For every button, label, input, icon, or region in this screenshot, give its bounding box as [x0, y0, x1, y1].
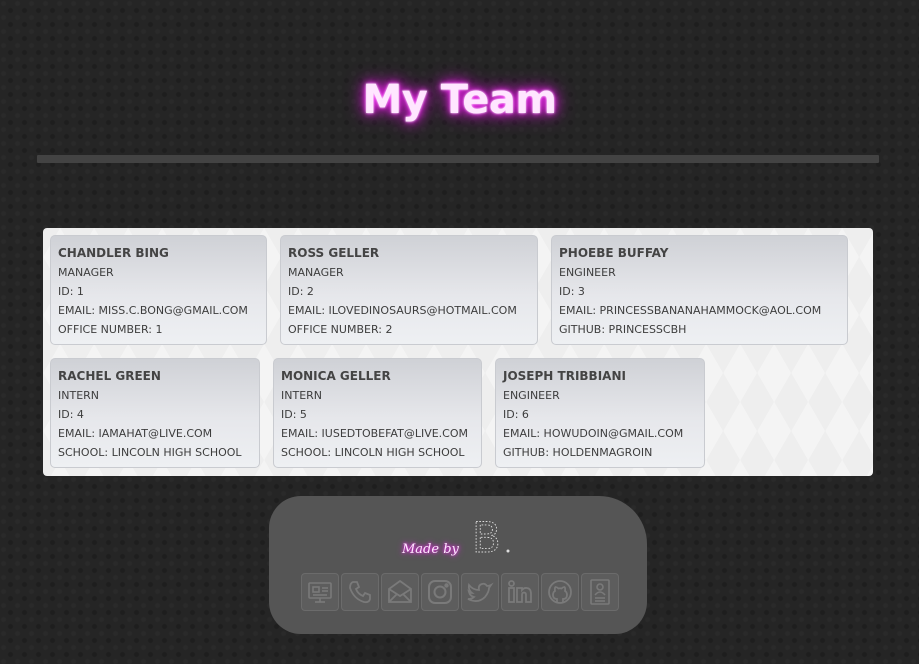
employee-id: ID: 1 — [58, 285, 84, 298]
employee-github[interactable]: Github: holdenmagroin — [503, 443, 698, 462]
phone-icon[interactable] — [341, 573, 379, 611]
employee-role: Engineer — [559, 266, 616, 279]
employee-id: ID: 3 — [559, 285, 585, 298]
employee-role: Intern — [281, 389, 323, 402]
employee-role: Manager — [58, 266, 114, 279]
employee-id: ID: 5 — [281, 408, 307, 421]
employee-name: Rachel Green — [58, 369, 161, 383]
employee-card: Chandler Bing Manager ID: 1 Email: miss.… — [50, 235, 267, 345]
social-links — [301, 573, 619, 611]
employee-name: Joseph Tribbiani — [503, 369, 626, 383]
employee-role: Intern — [58, 389, 100, 402]
employee-school: School: Lincoln High School — [281, 446, 465, 459]
footer: Made by B — [269, 496, 647, 634]
header-divider — [37, 155, 879, 163]
employee-role: Engineer — [503, 389, 560, 402]
made-by-text: Made by — [402, 542, 459, 557]
employee-email[interactable]: Email: miss.c.bong@gmail.com — [58, 301, 260, 320]
employee-name: Chandler Bing — [58, 246, 169, 260]
linkedin-icon[interactable] — [501, 573, 539, 611]
employee-email[interactable]: Email: princessbananahammock@aol.com — [559, 301, 841, 320]
employee-email[interactable]: Email: ilovedinosaurs@hotmail.com — [288, 301, 531, 320]
page-title: My Team — [362, 77, 557, 123]
employee-card: Joseph Tribbiani Engineer ID: 6 Email: h… — [495, 358, 705, 468]
employee-school: School: Lincoln High School — [58, 446, 242, 459]
employee-email[interactable]: Email: iusedtobefat@live.com — [281, 424, 475, 443]
portfolio-icon[interactable] — [301, 573, 339, 611]
employee-card: Monica Geller Intern ID: 5 Email: iusedt… — [273, 358, 482, 468]
twitter-icon[interactable] — [461, 573, 499, 611]
employee-role: Manager — [288, 266, 344, 279]
email-icon[interactable] — [381, 573, 419, 611]
instagram-icon[interactable] — [421, 573, 459, 611]
employee-office: Office Number: 2 — [288, 323, 393, 336]
employee-card: Phoebe Buffay Engineer ID: 3 Email: prin… — [551, 235, 848, 345]
employee-github[interactable]: Github: princesscbh — [559, 320, 841, 339]
made-by-signature: Made by B — [402, 513, 522, 574]
employee-id: ID: 4 — [58, 408, 84, 421]
resume-icon[interactable] — [581, 573, 619, 611]
employee-name: Phoebe Buffay — [559, 246, 669, 260]
employee-id: ID: 2 — [288, 285, 314, 298]
employee-id: ID: 6 — [503, 408, 529, 421]
employee-email[interactable]: Email: howudoin@gmail.com — [503, 424, 698, 443]
employee-email[interactable]: Email: iamahat@live.com — [58, 424, 253, 443]
employee-card: Ross Geller Manager ID: 2 Email: ilovedi… — [280, 235, 538, 345]
author-logo[interactable]: B — [470, 513, 514, 562]
employee-office: Office Number: 1 — [58, 323, 163, 336]
employee-name: Ross Geller — [288, 246, 380, 260]
github-icon[interactable] — [541, 573, 579, 611]
employee-name: Monica Geller — [281, 369, 391, 383]
svg-text:B: B — [472, 514, 501, 558]
employee-card: Rachel Green Intern ID: 4 Email: iamahat… — [50, 358, 260, 468]
team-panel: Chandler Bing Manager ID: 1 Email: miss.… — [43, 228, 873, 476]
